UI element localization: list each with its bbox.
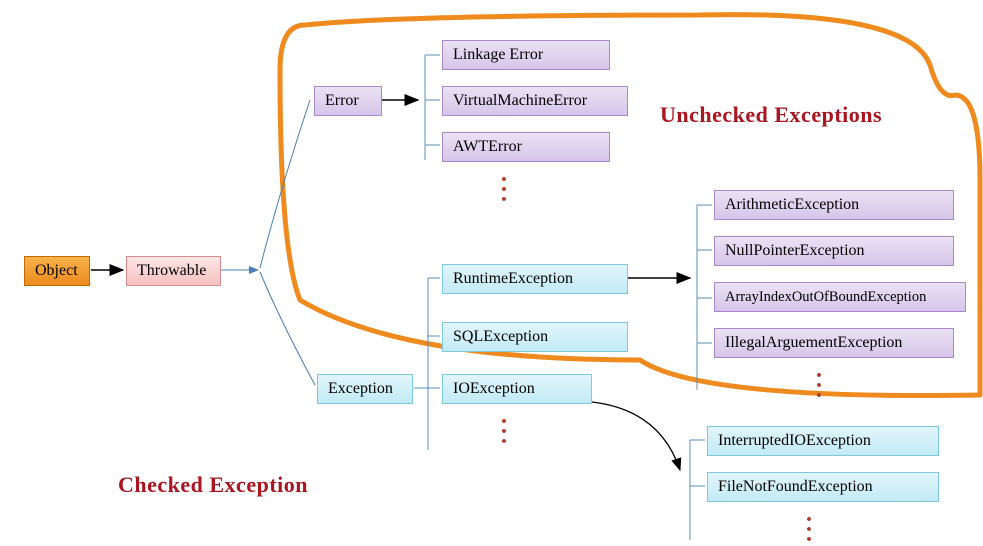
node-label: IOException <box>453 380 535 398</box>
node-exception: Exception <box>317 374 413 404</box>
node-label: Object <box>35 262 78 280</box>
node-runtime-exception: RuntimeException <box>442 264 628 294</box>
node-interrupted-io-exception: InterruptedIOException <box>707 426 939 456</box>
label-checked-exception: Checked Exception <box>118 472 308 498</box>
node-label: ArrayIndexOutOfBoundException <box>725 289 926 306</box>
node-sql-exception: SQLException <box>442 322 628 352</box>
node-throwable: Throwable <box>126 256 221 286</box>
node-label: NullPointerException <box>725 242 865 260</box>
node-label: Exception <box>328 380 393 398</box>
node-label: VirtualMachineError <box>453 92 587 110</box>
node-arithmetic-exception: ArithmeticException <box>714 190 954 220</box>
node-file-not-found-exception: FileNotFoundException <box>707 472 939 502</box>
node-error: Error <box>314 86 382 116</box>
node-illegal-argument-exception: IllegalArguementException <box>714 328 954 358</box>
node-label: ArithmeticException <box>725 196 859 214</box>
node-label: SQLException <box>453 328 548 346</box>
node-linkage-error: Linkage Error <box>442 40 610 70</box>
node-label: InterruptedIOException <box>718 432 871 450</box>
node-array-index-exception: ArrayIndexOutOfBoundException <box>714 282 966 312</box>
node-label: IllegalArguementException <box>725 334 902 352</box>
node-awt-error: AWTError <box>442 132 610 162</box>
node-object: Object <box>24 256 90 286</box>
node-label: Linkage Error <box>453 46 543 64</box>
node-label: FileNotFoundException <box>718 478 873 496</box>
node-label: Throwable <box>137 262 206 280</box>
node-virtual-machine-error: VirtualMachineError <box>442 86 628 116</box>
node-io-exception: IOException <box>442 374 592 404</box>
node-label: AWTError <box>453 138 522 156</box>
node-label: RuntimeException <box>453 270 573 288</box>
node-null-pointer-exception: NullPointerException <box>714 236 954 266</box>
label-unchecked-exceptions: Unchecked Exceptions <box>660 102 882 128</box>
node-label: Error <box>325 92 359 110</box>
